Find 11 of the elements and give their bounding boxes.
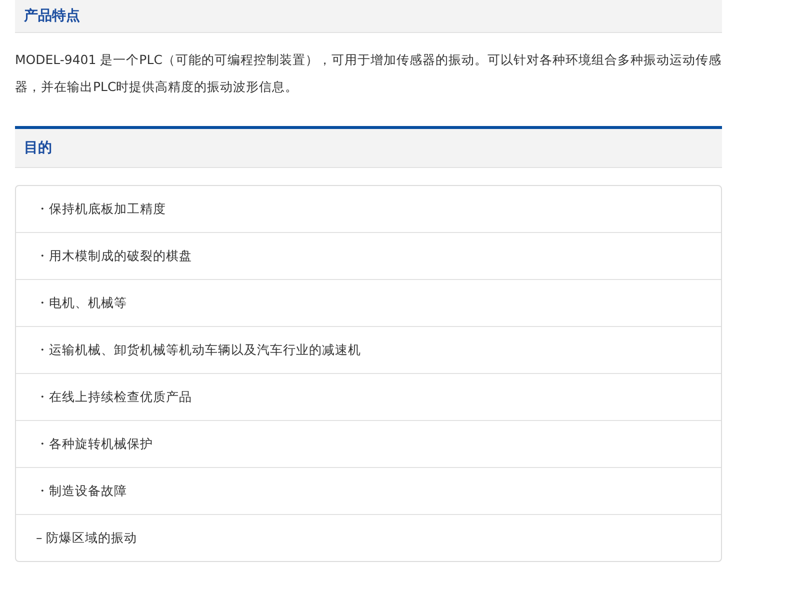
list-item: ・运输机械、卸货机械等机动车辆以及汽车行业的减速机	[16, 326, 721, 373]
list-item: ・保持机底板加工精度	[35, 200, 167, 218]
list-item: ・电机、机械等	[16, 279, 721, 326]
list-item: ・制造设备故障	[16, 467, 721, 514]
description-text: MODEL-9401 是一个PLC（可能的可编程控制装置），可用于增加传感器的振动。可以针对各种环境组合多种振动运动传感器，并在输出PLC时提供高精度的振动波形信息。	[15, 51, 722, 96]
list-item: ・在线上持续检查优质产品	[16, 373, 721, 420]
list-item: ・用木模制成的破裂的棋盘	[16, 232, 721, 279]
list-item: – 防爆区域的振动	[16, 514, 721, 561]
list-item: ・各种旋转机械保护	[16, 420, 721, 467]
section-title: 产品特点	[24, 7, 80, 25]
section-title: 目的	[24, 139, 52, 157]
